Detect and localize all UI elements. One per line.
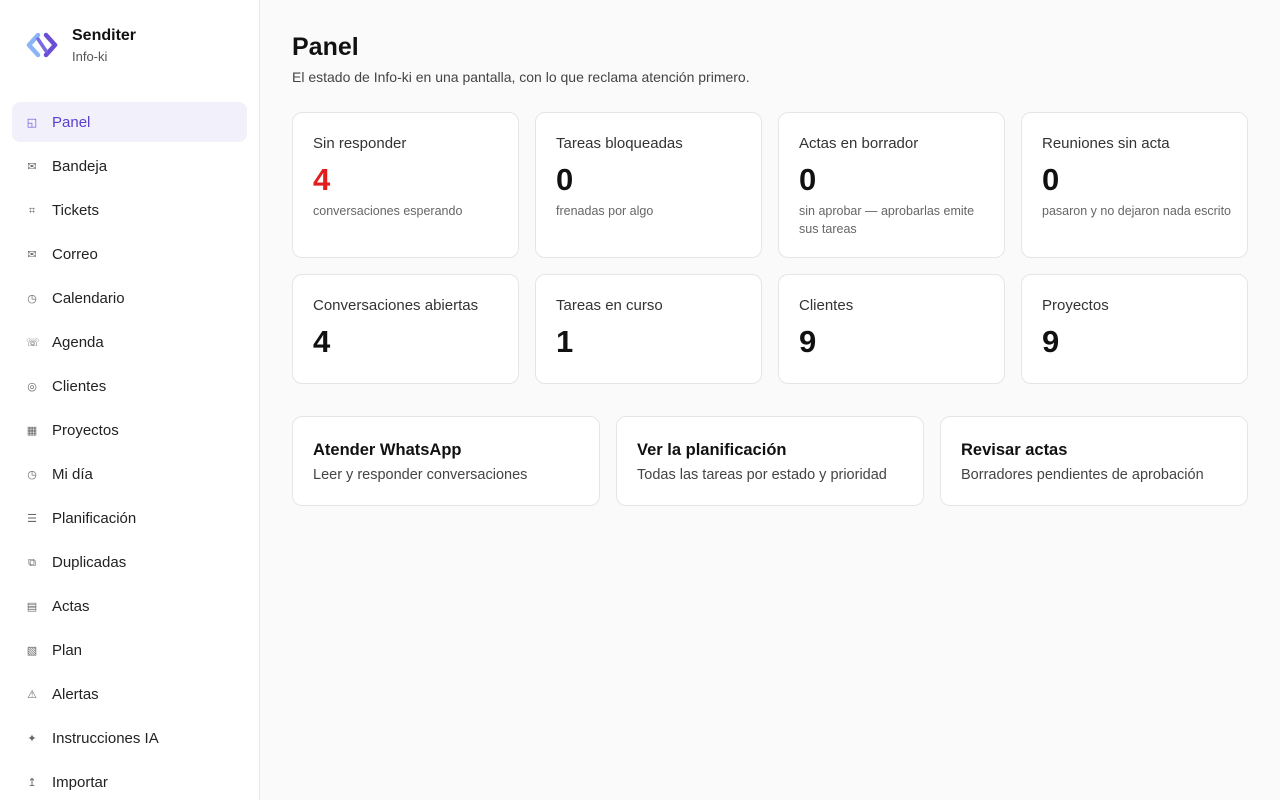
panel-icon: ◱ [26,115,38,129]
planificacion-icon: ☰ [27,511,37,525]
sidebar-item-mi-dia[interactable]: ◷ Mi día [12,454,247,494]
sidebar-item-alertas[interactable]: ⚠ Alertas [12,674,247,714]
sidebar-item-label: Actas [52,597,90,615]
sidebar-item-importar[interactable]: ↥ Importar [12,762,247,800]
sidebar-item-label: Planificación [52,509,137,527]
duplicadas-icon: ⧉ [28,555,36,569]
action-title: Revisar actas [961,441,1068,459]
sidebar-item-label: Calendario [52,289,125,307]
stat-value: 1 [556,324,574,359]
sidebar-nav: ◱ Panel ✉ Bandeja ⌗ Tickets ✉ Correo ◷ Calendario… [12,102,247,800]
stat-card: Sin responder 4 conversaciones esperando [292,112,519,258]
stat-title: Actas en borrador [799,135,919,152]
logo-icon [26,32,58,58]
sidebar-item-duplicadas[interactable]: ⧉ Duplicadas [12,542,247,582]
sidebar-item-planificacion[interactable]: ☰ Planificación [12,498,247,538]
stat-description: conversaciones esperando [313,204,463,218]
sidebar-item-label: Alertas [52,685,99,703]
mi-dia-icon: ◷ [27,467,37,481]
stat-card: Tareas en curso 1 [535,274,762,384]
action-description: Leer y responder conversaciones [313,467,528,483]
sidebar-item-label: Proyectos [52,421,119,439]
minutes-action-card[interactable]: Revisar actas Borradores pendientes de ap… [940,416,1248,506]
stat-value: 9 [799,324,817,359]
sidebar-item-agenda[interactable]: ☏ Agenda [12,322,247,362]
proyectos-icon: ▦ [26,423,38,437]
sidebar-item-plan[interactable]: ▧ Plan [12,630,247,670]
stat-card: Reuniones sin acta 0 pasaron y no dejaron … [1021,112,1248,258]
correo-icon: ✉ [27,247,37,261]
stat-card: Tareas bloqueadas 0 frenadas por algo [535,112,762,258]
stat-value: 0 [799,162,817,197]
stat-description: pasaron y no dejaron nada escrito [1042,204,1232,218]
stat-title: Conversaciones abiertas [313,297,479,314]
brand-subtitle: Info-ki [72,49,108,64]
stat-title: Tareas bloqueadas [556,135,683,152]
sidebar-item-label: Duplicadas [52,553,127,571]
stat-title: Tareas en curso [556,297,663,314]
stat-card: Conversaciones abiertas 4 [292,274,519,384]
stat-title: Proyectos [1042,297,1109,314]
stat-card: Proyectos 9 [1021,274,1248,384]
plan-icon: ▧ [26,643,38,657]
stat-card: Actas en borrador 0 sin aprobar — aprobarl… [778,112,1005,258]
stat-description: frenadas por algo [556,204,654,218]
sidebar-item-instrucciones-ia[interactable]: ✦ Instrucciones IA [12,718,247,758]
sidebar-item-label: Correo [52,245,98,263]
whatsapp-action-card[interactable]: Atender WhatsApp Leer y responder convers… [292,416,600,506]
stat-description: sin aprobar — aprobarlas emite sus tarea… [799,204,975,236]
sidebar-item-calendario[interactable]: ◷ Calendario [12,278,247,318]
sidebar-item-label: Instrucciones IA [52,729,159,747]
importar-icon: ↥ [27,775,37,789]
instrucciones-ia-icon: ✦ [27,731,37,745]
alertas-icon: ⚠ [27,687,37,701]
sidebar-item-label: Bandeja [52,157,108,175]
sidebar-item-proyectos[interactable]: ▦ Proyectos [12,410,247,450]
action-description: Todas las tareas por estado y prioridad [637,467,887,483]
sidebar-item-tickets[interactable]: ⌗ Tickets [12,190,247,230]
sidebar-item-label: Panel [52,113,91,131]
action-title: Atender WhatsApp [313,441,462,459]
stat-value: 4 [313,162,331,197]
page-subtitle: El estado de Info-ki en una pantalla, co… [292,69,750,85]
stat-value: 4 [313,324,331,359]
bandeja-icon: ✉ [27,159,37,173]
tickets-icon: ⌗ [28,203,36,217]
sidebar-item-label: Agenda [52,333,104,351]
actas-icon: ▤ [26,599,38,613]
sidebar-item-panel[interactable]: ◱ Panel [12,102,247,142]
stat-title: Clientes [799,297,854,314]
calendario-icon: ◷ [27,291,37,305]
stat-value: 9 [1042,324,1060,359]
planning-action-card[interactable]: Ver la planificación Todas las tareas por… [616,416,924,506]
stat-value: 0 [556,162,574,197]
brand-name: Senditer [72,27,137,44]
agenda-icon: ☏ [26,335,40,349]
stat-value: 0 [1042,162,1060,197]
stat-title: Sin responder [313,135,407,152]
sidebar-item-label: Plan [52,641,83,659]
sidebar-item-label: Mi día [52,465,93,483]
clientes-icon: ◎ [27,379,37,393]
sidebar-item-clientes[interactable]: ◎ Clientes [12,366,247,406]
sidebar-item-correo[interactable]: ✉ Correo [12,234,247,274]
stat-card: Clientes 9 [778,274,1005,384]
sidebar-item-label: Tickets [52,201,99,219]
page-title: Panel [292,33,359,61]
action-description: Borradores pendientes de aprobación [961,467,1204,483]
action-title: Ver la planificación [637,441,787,459]
stat-title: Reuniones sin acta [1042,135,1170,152]
sidebar-item-bandeja[interactable]: ✉ Bandeja [12,146,247,186]
sidebar-item-label: Importar [52,773,108,791]
sidebar: Senditer Info-ki ◱ Panel ✉ Bandeja ⌗ Tickets ✉… [0,0,260,800]
sidebar-item-label: Clientes [52,377,107,395]
sidebar-item-actas[interactable]: ▤ Actas [12,586,247,626]
